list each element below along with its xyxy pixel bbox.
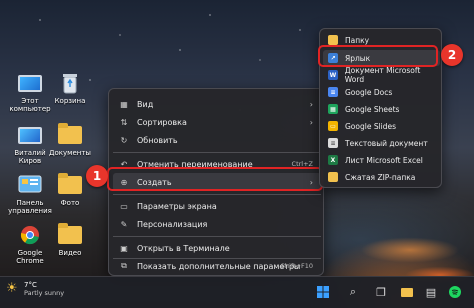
weather-widget[interactable]: ☀ 7°C Partly sunny xyxy=(6,281,64,297)
partly-sunny-icon: ☀ xyxy=(6,281,18,296)
user-folder-icon xyxy=(17,124,43,146)
submenu-item-label: Папку xyxy=(345,35,370,45)
menu-divider xyxy=(113,194,321,195)
google-sheets-icon: ▦ xyxy=(328,104,338,114)
submenu-item-label: Google Slides xyxy=(345,121,397,131)
zip-folder-icon xyxy=(328,172,338,182)
recycle-bin-icon xyxy=(57,72,83,94)
refresh-icon: ↻ xyxy=(120,135,128,145)
desktop-icon-recycle-bin[interactable]: Корзина xyxy=(46,72,94,105)
wallpaper-road-glow xyxy=(330,190,474,290)
menu-item-more-options[interactable]: ⧉ Показать дополнительные параметры Shif… xyxy=(113,257,321,275)
menu-item-label: Обновить xyxy=(137,135,178,145)
grid-icon: ▦ xyxy=(120,99,128,109)
google-slides-icon: ▭ xyxy=(328,121,338,131)
menu-item-view[interactable]: ▦ Вид › xyxy=(113,95,321,113)
submenu-item-label: Документ Microsoft Word xyxy=(344,66,421,84)
folder-icon xyxy=(57,173,83,196)
chevron-right-icon: › xyxy=(309,117,313,127)
google-docs-icon: ≡ xyxy=(328,87,338,97)
menu-item-label: Персонализация xyxy=(137,219,208,229)
menu-item-label: Открыть в Терминале xyxy=(137,243,230,253)
menu-item-label: Показать дополнительные параметры xyxy=(137,261,301,271)
menu-item-personalize[interactable]: ✎ Персонализация xyxy=(113,215,321,233)
menu-item-label: Сортировка xyxy=(137,117,187,127)
folder-icon xyxy=(57,123,83,146)
brush-icon: ✎ xyxy=(120,219,128,229)
control-panel-icon xyxy=(17,174,43,196)
spotify-icon[interactable] xyxy=(448,285,462,299)
desktop-icon-documents[interactable]: Документы xyxy=(46,123,94,157)
menu-item-open-terminal[interactable]: ▣ Открыть в Терминале xyxy=(113,239,321,257)
menu-divider xyxy=(113,152,321,153)
menu-divider xyxy=(113,236,321,237)
display-icon: ▭ xyxy=(120,201,128,211)
store-icon[interactable]: ▤ xyxy=(424,285,438,299)
weather-desc: Partly sunny xyxy=(24,289,65,297)
taskbar: ☀ 7°C Partly sunny ⌕ ❐ ▤ xyxy=(0,276,474,308)
menu-item-shortcut: Shift+F10 xyxy=(280,262,313,270)
desktop-icon-label: Google Chrome xyxy=(16,249,44,265)
submenu-item-google-sheets[interactable]: ▦ Google Sheets xyxy=(323,101,440,117)
excel-icon: X xyxy=(328,155,338,165)
submenu-item-excel[interactable]: X Лист Microsoft Excel xyxy=(323,152,440,168)
desktop-icon-label: Этот компьютер xyxy=(9,97,51,113)
highlight-create xyxy=(107,167,323,191)
desktop-icon-label: Виталий Киров xyxy=(14,149,46,165)
desktop-icon-label: Видео xyxy=(58,249,82,257)
terminal-icon: ▣ xyxy=(120,243,128,253)
menu-item-sort[interactable]: ⇅ Сортировка › xyxy=(113,113,321,131)
folder-icon xyxy=(328,35,338,45)
submenu-item-label: Google Docs xyxy=(345,87,393,97)
submenu-item-word[interactable]: W Документ Microsoft Word xyxy=(323,66,440,84)
file-explorer-icon[interactable] xyxy=(400,285,414,299)
sort-icon: ⇅ xyxy=(120,117,128,127)
word-icon: W xyxy=(328,70,338,80)
submenu-item-google-slides[interactable]: ▭ Google Slides xyxy=(323,118,440,134)
menu-item-label: Вид xyxy=(137,99,154,109)
step-badge-2: 2 xyxy=(441,44,463,66)
chevron-right-icon: › xyxy=(309,99,313,109)
this-pc-icon xyxy=(17,72,43,94)
weather-temp: 7°C xyxy=(24,281,37,289)
highlight-shortcut xyxy=(318,45,438,67)
submenu-item-label: Сжатая ZIP-папка xyxy=(345,172,416,182)
chrome-icon xyxy=(17,224,43,246)
step-badge-1: 1 xyxy=(86,165,108,187)
submenu-item-label: Текстовый документ xyxy=(345,138,428,148)
submenu-item-text-doc[interactable]: ≡ Текстовый документ xyxy=(323,135,440,151)
menu-item-display-settings[interactable]: ▭ Параметры экрана xyxy=(113,197,321,215)
search-icon[interactable]: ⌕ xyxy=(346,285,360,299)
menu-item-refresh[interactable]: ↻ Обновить xyxy=(113,131,321,149)
desktop-icon-label: Фото xyxy=(60,199,80,207)
menu-item-label: Параметры экрана xyxy=(137,201,217,211)
desktop-icon-label: Документы xyxy=(49,149,91,157)
text-doc-icon: ≡ xyxy=(328,138,338,148)
task-view-icon[interactable]: ❐ xyxy=(374,285,388,299)
submenu-item-zip[interactable]: Сжатая ZIP-папка xyxy=(323,169,440,185)
more-icon: ⧉ xyxy=(121,261,127,270)
windows-start-icon[interactable] xyxy=(316,285,330,299)
folder-icon xyxy=(57,223,83,246)
submenu-item-label: Лист Microsoft Excel xyxy=(345,155,423,165)
submenu-item-google-docs[interactable]: ≡ Google Docs xyxy=(323,84,440,100)
desktop-icon-videos[interactable]: Видео xyxy=(46,223,94,257)
desktop-icon-label: Корзина xyxy=(54,97,86,105)
submenu-item-label: Google Sheets xyxy=(345,104,400,114)
